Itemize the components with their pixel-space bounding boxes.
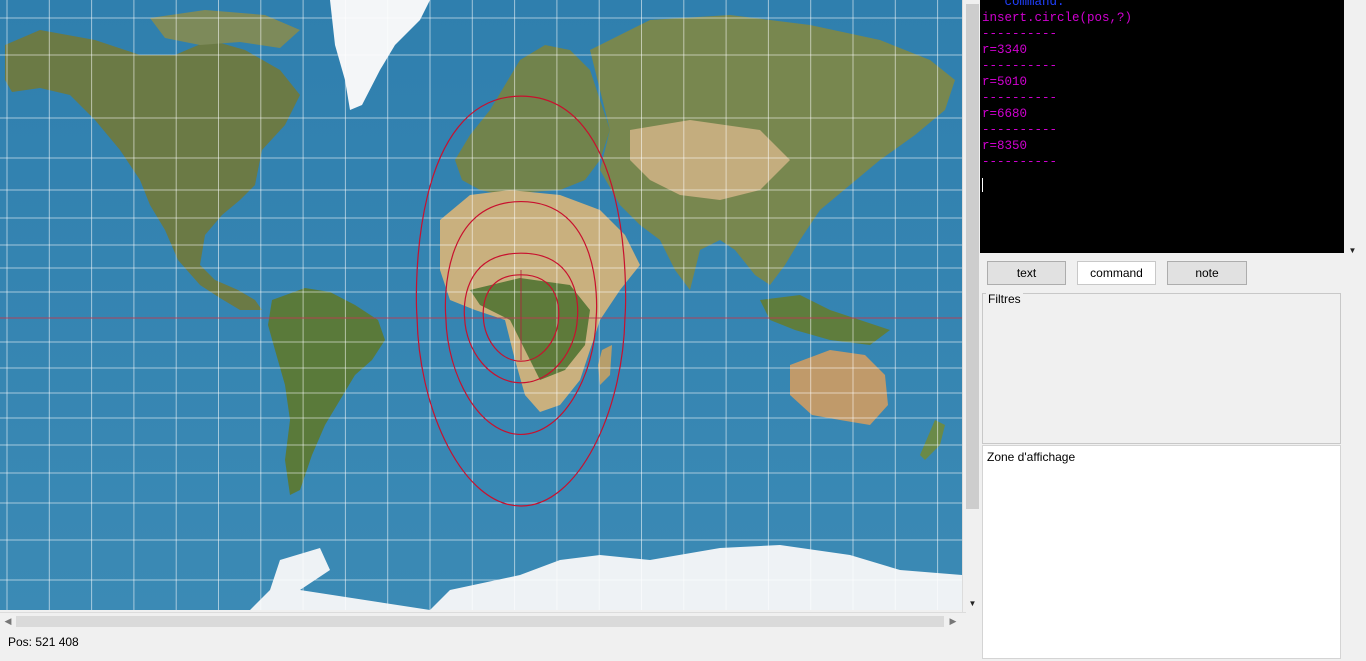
console-line: ---------- <box>982 27 1058 41</box>
console-line: ---------- <box>982 59 1058 73</box>
map-vertical-scrollbar[interactable]: ▼ <box>962 0 980 612</box>
world-map[interactable] <box>0 0 962 610</box>
map-vertical-scroll-thumb[interactable] <box>966 4 979 509</box>
console-line: ---------- <box>982 91 1058 105</box>
map-horizontal-scroll-thumb[interactable] <box>16 616 944 627</box>
status-bar: Pos: 521 408 <box>0 629 980 661</box>
scroll-down-arrow-icon[interactable]: ▼ <box>966 598 979 610</box>
command-console[interactable]: command: insert.circle(pos,?) ---------- r=… <box>980 0 1344 253</box>
position-readout: Pos: 521 408 <box>8 635 79 649</box>
tab-command[interactable]: command <box>1077 261 1156 285</box>
console-line: r=6680 <box>982 107 1028 121</box>
console-line: insert.circle(pos,?) <box>982 11 1133 25</box>
console-line: r=5010 <box>982 75 1028 89</box>
console-line: ---------- <box>982 123 1058 137</box>
console-scroll-down-icon[interactable]: ▼ <box>1346 245 1359 257</box>
console-line: command: <box>982 0 1065 9</box>
filters-group: Filtres <box>982 292 1341 444</box>
map-canvas[interactable] <box>0 0 962 610</box>
text-caret <box>982 178 983 192</box>
tab-text[interactable]: text <box>987 261 1066 285</box>
console-line: r=3340 <box>982 43 1028 57</box>
display-zone: Zone d'affichage <box>982 445 1341 659</box>
console-scrollbar[interactable]: ▼ <box>1344 0 1361 259</box>
tab-note[interactable]: note <box>1167 261 1247 285</box>
scroll-left-arrow-icon[interactable]: ◀ <box>1 615 15 628</box>
map-horizontal-scrollbar[interactable]: ◀ ▶ <box>0 612 966 629</box>
console-line: r=8350 <box>982 139 1028 153</box>
display-zone-label: Zone d'affichage <box>987 450 1076 464</box>
scroll-right-arrow-icon[interactable]: ▶ <box>946 615 960 628</box>
console-line: ---------- <box>982 155 1058 169</box>
filters-label: Filtres <box>986 292 1023 306</box>
